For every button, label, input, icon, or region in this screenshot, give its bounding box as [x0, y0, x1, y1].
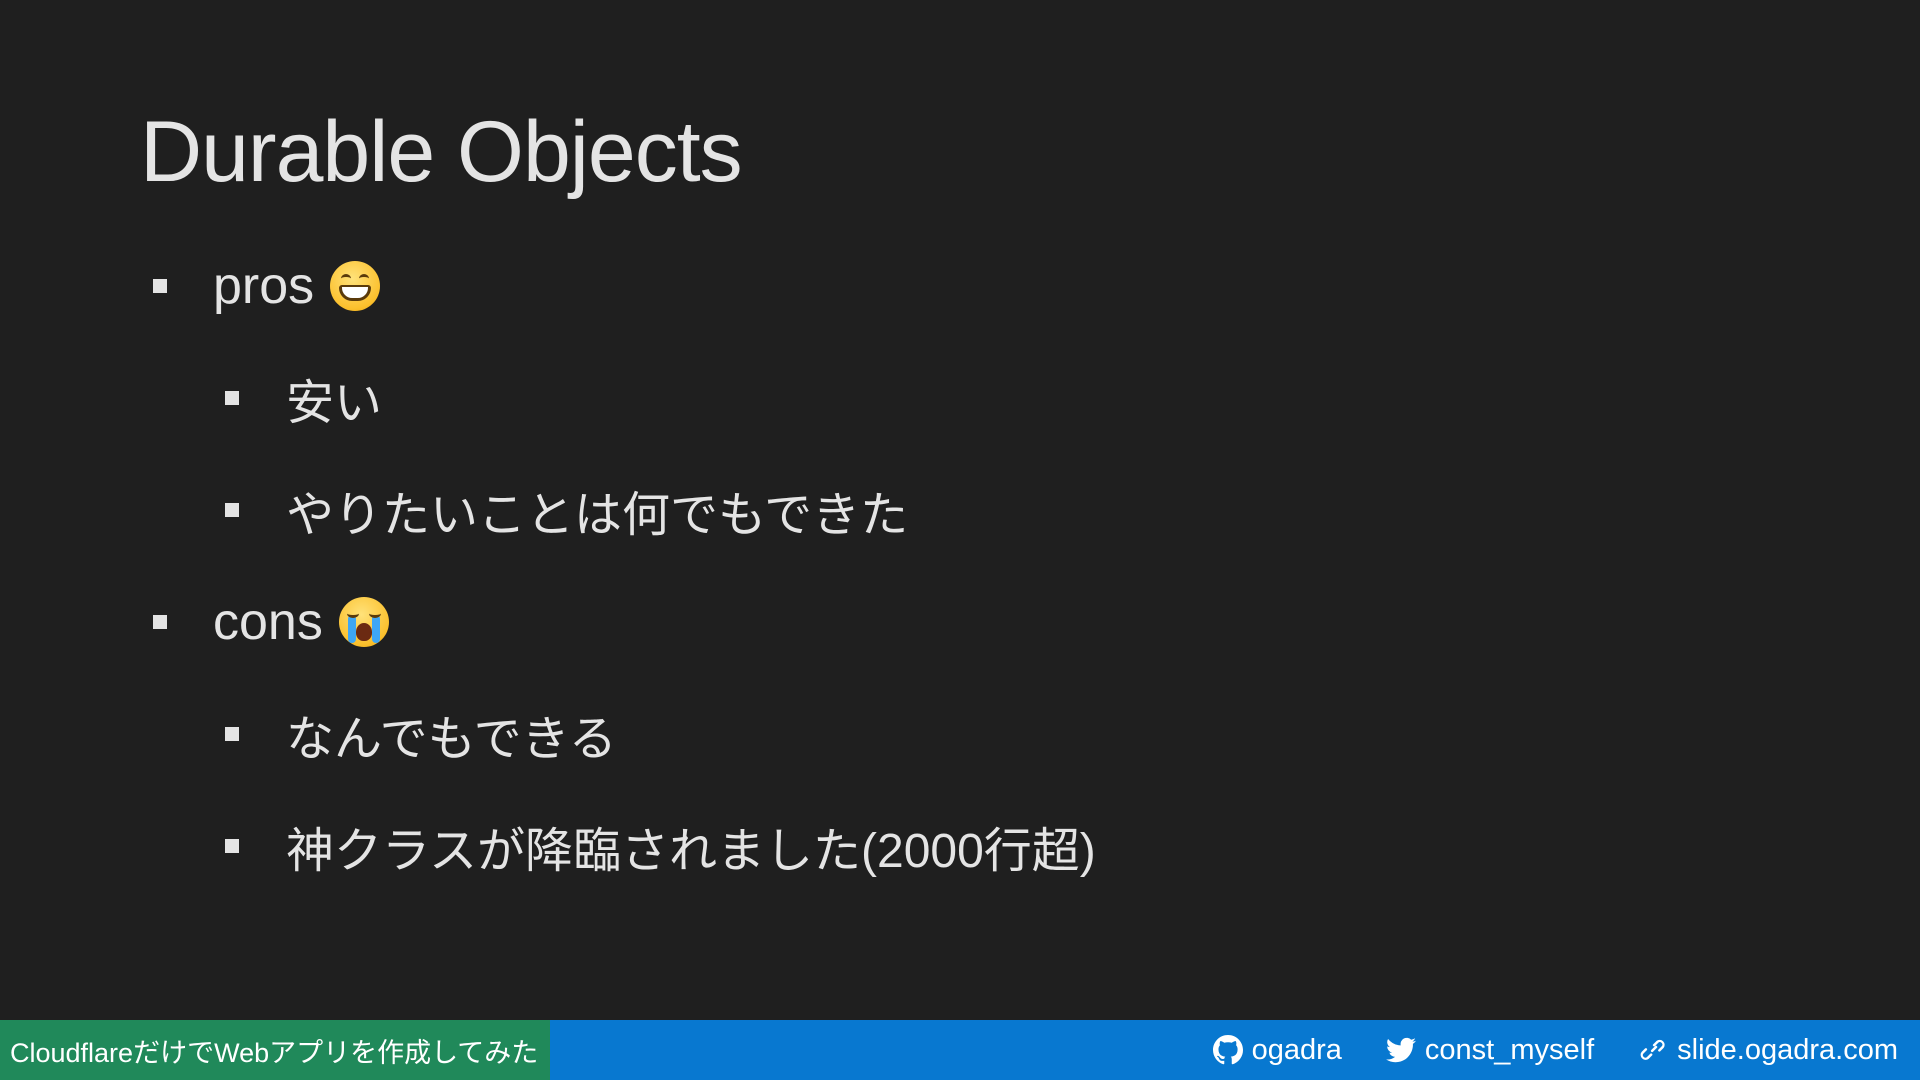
bullet-list: pros 安い やりたいことは何でもできた cons なんでもできる 神クラスが… — [150, 230, 1096, 902]
bullet-marker — [153, 279, 167, 293]
bullet-label: やりたいことは何でもできた — [286, 489, 909, 542]
bullet-marker — [225, 839, 239, 853]
github-icon — [1212, 1035, 1243, 1065]
deck-title: CloudflareだけでWebアプリを作成してみた — [0, 1020, 551, 1080]
bullet-marker — [153, 615, 167, 629]
website-url: slide.ogadra.com — [1677, 1033, 1898, 1066]
website-link[interactable]: slide.ogadra.com — [1638, 1034, 1898, 1067]
bullet-pros: pros — [150, 230, 1096, 342]
bullet-marker — [225, 503, 239, 517]
twitter-link[interactable]: const_myself — [1385, 1033, 1595, 1067]
bullet-pros-anything: やりたいことは何でもできた — [150, 454, 1096, 566]
bullet-marker — [225, 727, 239, 741]
grinning-face-icon — [330, 261, 381, 311]
bullet-label: なんでもできる — [286, 713, 617, 766]
bullet-cons-god-class: 神クラスが降臨されました(2000行超) — [150, 790, 1096, 902]
bullet-label: pros — [213, 257, 315, 315]
loudly-crying-face-icon — [338, 597, 389, 647]
bullet-cons: cons — [150, 566, 1096, 678]
bullet-cons-anything: なんでもできる — [150, 678, 1096, 790]
github-link[interactable]: ogadra — [1212, 1033, 1342, 1067]
twitter-icon — [1385, 1037, 1416, 1063]
slide: Durable Objects pros 安い やりたいことは何でもできた co… — [0, 0, 1920, 1080]
bullet-label: 安い — [286, 377, 383, 430]
link-icon — [1640, 1039, 1665, 1060]
bullet-label: 神クラスが降臨されました(2000行超) — [286, 825, 1096, 878]
footer-links: ogadra const_myself slide.ogadra.com — [1169, 1034, 1920, 1067]
slide-title: Durable Objects — [140, 104, 743, 200]
slide-footer: CloudflareだけでWebアプリを作成してみた ogadra const_… — [0, 1020, 1920, 1080]
twitter-handle: const_myself — [1424, 1033, 1595, 1066]
bullet-label: cons — [213, 593, 323, 651]
bullet-pros-cheap: 安い — [150, 342, 1096, 454]
github-handle: ogadra — [1251, 1033, 1342, 1066]
bullet-marker — [225, 391, 239, 405]
